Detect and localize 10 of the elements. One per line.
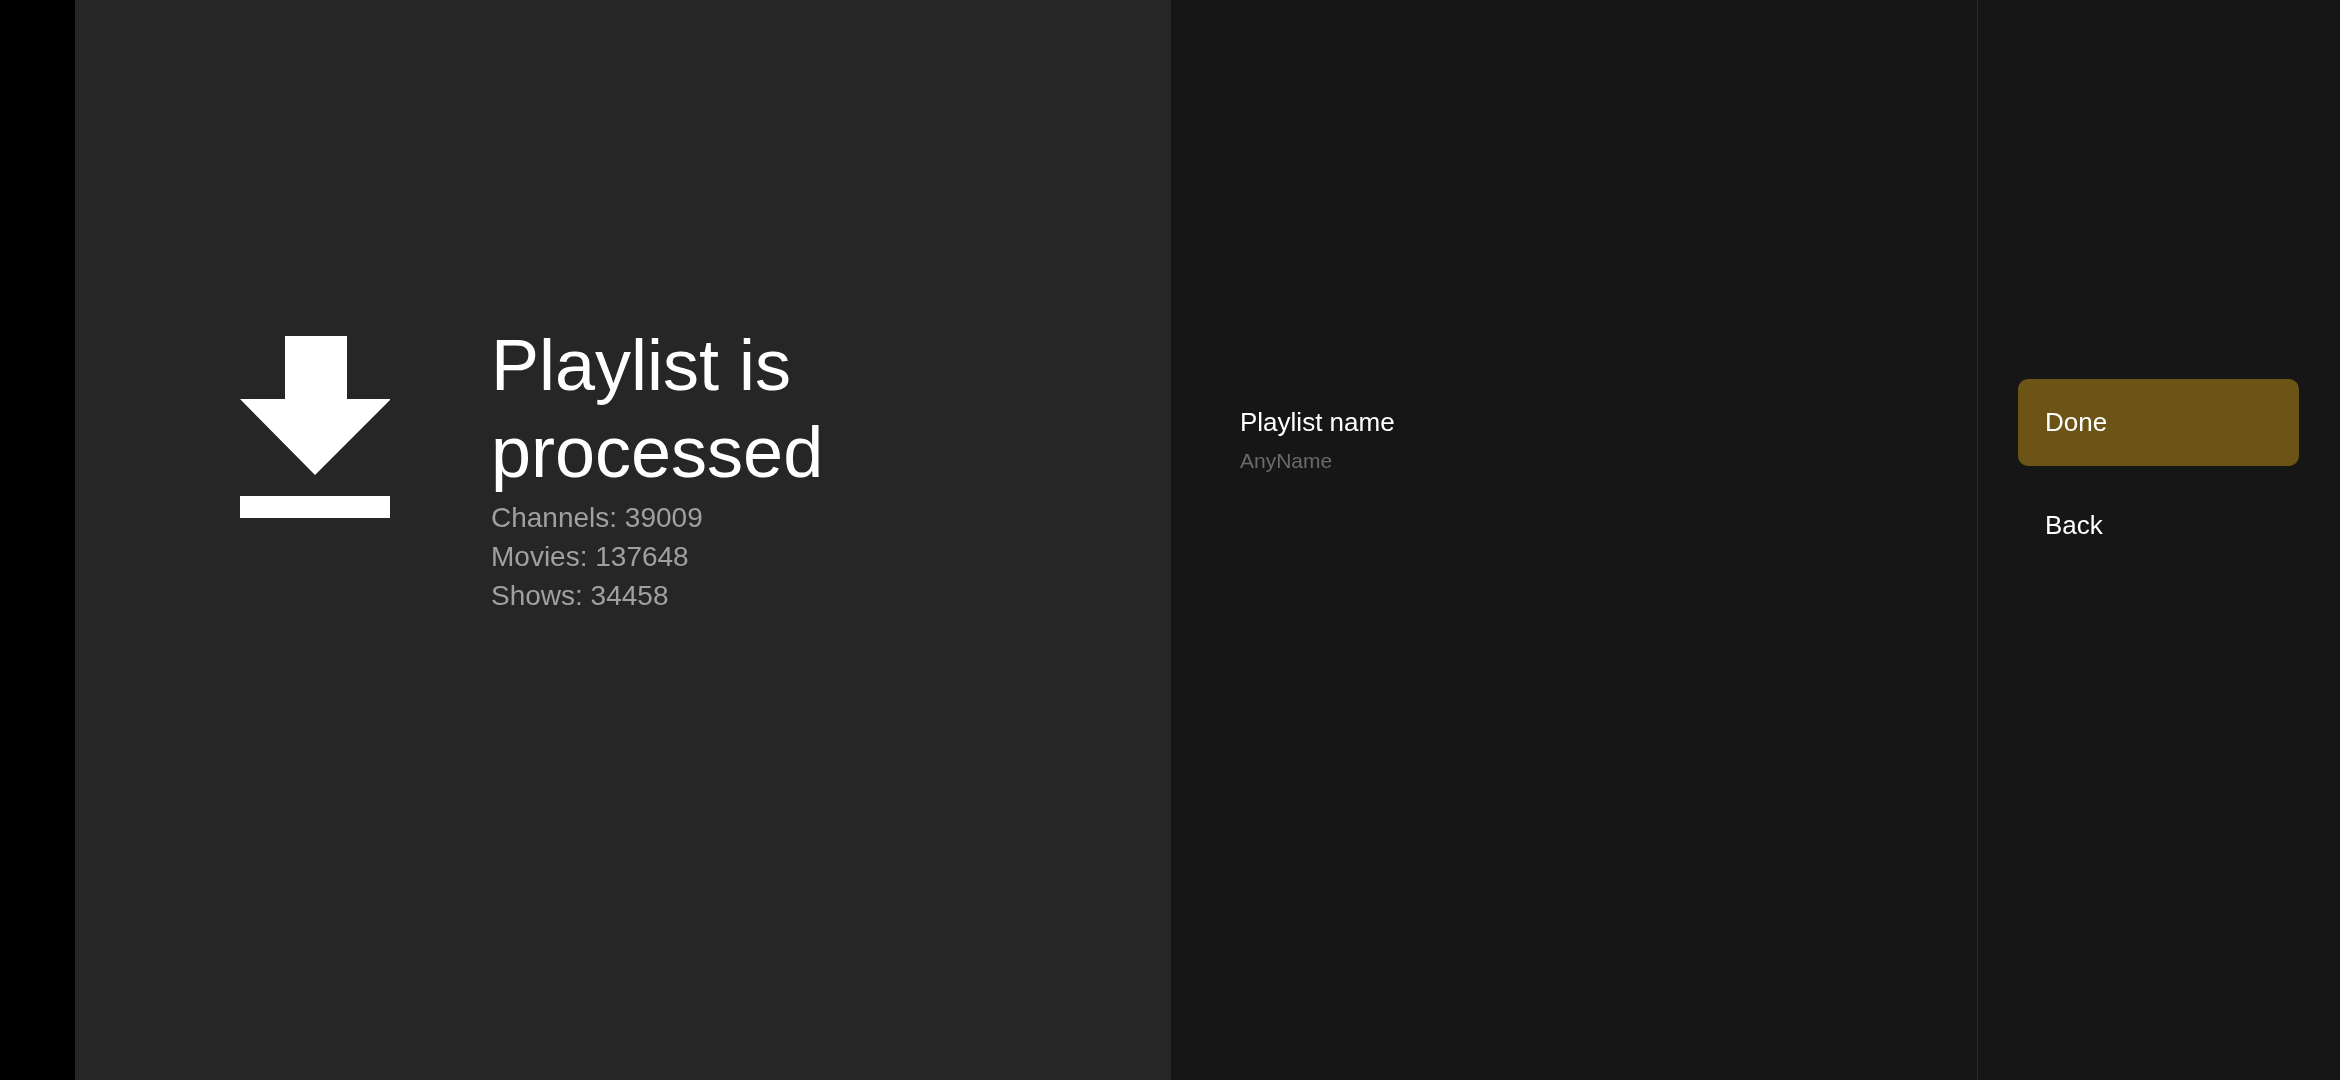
status-title: Playlist is processed	[491, 324, 825, 494]
input-field[interactable]: AnyName	[1240, 446, 1540, 476]
stat-text: Movies: 137648	[491, 540, 690, 574]
stat-text: Channels: 39009	[491, 501, 704, 535]
download-icon	[240, 336, 390, 518]
field-label: Playlist name	[1240, 406, 1396, 439]
action-button[interactable]: Done	[2018, 379, 2299, 466]
action-button[interactable]: Back	[2018, 482, 2299, 569]
stat-text: Shows: 34458	[491, 579, 670, 613]
name-field[interactable]: Playlist name AnyName	[1240, 404, 1740, 476]
